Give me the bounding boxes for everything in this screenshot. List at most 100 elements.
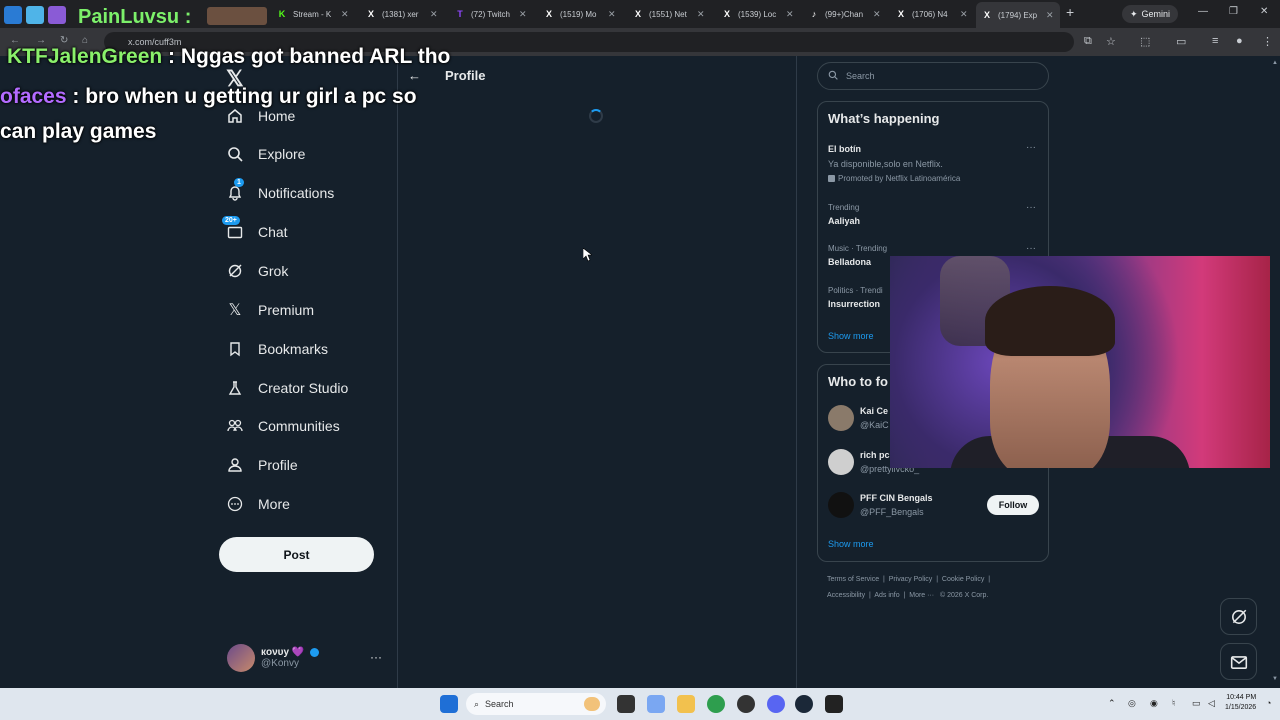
profile-avatar-icon[interactable]: ● [1236, 35, 1243, 47]
scrollbar[interactable]: ▲ ▼ [1270, 56, 1280, 688]
tab-2[interactable]: T (72) Twitch ✕ [455, 4, 527, 24]
close-icon[interactable]: ✕ [608, 9, 616, 20]
chat-badge: 20+ [222, 216, 240, 225]
account-more-icon[interactable]: ··· [370, 650, 382, 664]
footer-link[interactable]: Accessibility [827, 592, 865, 599]
promo-name[interactable]: El botín [828, 144, 861, 154]
tab-1[interactable]: X (1381) xer ✕ [366, 4, 438, 24]
grok-fab-button[interactable] [1220, 598, 1257, 635]
tray-app-icon[interactable]: ◎ [1128, 698, 1136, 709]
steam-icon[interactable] [795, 695, 813, 713]
footer-link[interactable]: More ··· [909, 592, 934, 599]
obs-icon[interactable] [737, 695, 755, 713]
more-options-icon[interactable]: ··· [1026, 202, 1036, 213]
chat-overlay-line-2: ofaces : bro when u getting ur girl a pc… [0, 85, 417, 109]
minimize-icon[interactable]: — [1198, 6, 1208, 17]
copilot-icon[interactable] [647, 695, 665, 713]
post-button[interactable]: Post [219, 537, 374, 572]
chat-message: can play games [0, 120, 157, 143]
close-icon[interactable]: ✕ [697, 9, 705, 20]
x-icon: X [367, 9, 374, 19]
nav-bookmarks[interactable]: Bookmarks [226, 336, 328, 362]
chrome-icon[interactable] [707, 695, 725, 713]
tray-app-icon[interactable]: ◉ [1150, 698, 1158, 709]
trend-name[interactable]: Insurrection [828, 299, 880, 309]
nav-grok[interactable]: Grok [226, 258, 288, 284]
extensions-icon[interactable]: ⬚ [1140, 35, 1150, 48]
footer-link[interactable]: Privacy Policy [889, 576, 933, 583]
show-more-link[interactable]: Show more [828, 331, 874, 341]
trend-name[interactable]: Aaliyah [828, 216, 860, 226]
taskbar-search[interactable]: ⌕ Search [466, 693, 606, 715]
close-icon[interactable]: ✕ [786, 9, 794, 20]
avatar[interactable] [828, 405, 854, 431]
microphone-icon[interactable]: ♮ [1172, 698, 1175, 709]
avatar [227, 644, 255, 672]
show-more-link[interactable]: Show more [828, 539, 874, 549]
avatar[interactable] [828, 449, 854, 475]
chat-separator: : [66, 85, 86, 108]
close-icon[interactable]: ✕ [341, 9, 349, 20]
more-options-icon[interactable]: ··· [1026, 243, 1036, 254]
nav-profile[interactable]: Profile [226, 452, 298, 478]
volume-icon[interactable]: ◁ [1208, 698, 1215, 709]
tab-6[interactable]: ♪ (99+)Chan ✕ [809, 4, 881, 24]
close-icon[interactable]: ✕ [430, 9, 438, 20]
more-options-icon[interactable]: ··· [1026, 142, 1036, 153]
tab-search-icon[interactable]: ≡ [1212, 35, 1218, 47]
search-icon: ⌕ [474, 698, 480, 709]
windows-start-icon[interactable] [440, 695, 458, 713]
menu-kebab-icon[interactable]: ⋮ [1262, 35, 1273, 48]
account-switcher[interactable]: кονυу 💜 @Konvy [227, 644, 320, 672]
tray-chevron-icon[interactable]: ⌃ [1108, 698, 1116, 709]
nav-creator-studio[interactable]: Creator Studio [226, 375, 348, 401]
nav-label: Bookmarks [258, 341, 329, 357]
tab-4[interactable]: X (1551) Net ✕ [633, 4, 705, 24]
nav-premium[interactable]: 𝕏 Premium [226, 297, 314, 323]
search-input[interactable]: Search [817, 62, 1049, 90]
window-close-icon[interactable]: ✕ [1260, 6, 1268, 17]
maximize-icon[interactable]: ❐ [1229, 6, 1238, 17]
footer-link[interactable]: Cookie Policy [942, 576, 984, 583]
gemini-button[interactable]: ✦ Gemini [1122, 5, 1179, 23]
nav-communities[interactable]: Communities [226, 413, 340, 439]
follow-suggestion-name[interactable]: rich pc [860, 450, 890, 460]
network-icon[interactable]: ▭ [1192, 698, 1201, 709]
follow-button[interactable]: Follow [987, 495, 1039, 515]
messages-fab-button[interactable] [1220, 643, 1257, 680]
back-arrow-icon[interactable]: ← [408, 68, 421, 83]
nav-explore[interactable]: Explore [226, 141, 305, 167]
footer-link[interactable]: Ads info [874, 592, 899, 599]
new-tab-button[interactable]: + [1066, 4, 1074, 20]
tab-0[interactable]: K Stream - K ✕ [277, 4, 349, 24]
nav-notifications[interactable]: 1 Notifications [226, 178, 334, 206]
follow-suggestion-name[interactable]: Kai Ce [860, 406, 888, 416]
trend-name[interactable]: Belladona [828, 257, 871, 267]
tab-8-active[interactable]: X (1794) Exp ✕ [976, 2, 1060, 28]
tab-5[interactable]: X (1539) Loc ✕ [722, 4, 794, 24]
close-icon[interactable]: ✕ [1046, 10, 1054, 21]
close-icon[interactable]: ✕ [873, 9, 881, 20]
app-icon[interactable] [825, 695, 843, 713]
discord-icon[interactable] [767, 695, 785, 713]
person-icon [226, 456, 244, 474]
close-icon[interactable]: ✕ [960, 9, 968, 20]
nav-more[interactable]: More [226, 491, 290, 517]
scroll-down-icon[interactable]: ▼ [1272, 676, 1278, 682]
taskbar-clock[interactable]: 10:44 PM 1/15/2026 [1225, 693, 1256, 713]
notification-bell-icon[interactable]: ◔ [1266, 698, 1271, 708]
bookmark-star-icon[interactable]: ☆ [1106, 35, 1116, 48]
nav-chat[interactable]: 20+ Chat [222, 216, 288, 245]
follow-suggestion-name[interactable]: PFF CIN Bengals [860, 493, 933, 503]
file-explorer-icon[interactable] [677, 695, 695, 713]
tab-7[interactable]: X (1706) N4 ✕ [896, 4, 968, 24]
sidebar-icon[interactable]: ▭ [1176, 35, 1186, 48]
avatar[interactable] [828, 492, 854, 518]
grok-icon [1231, 609, 1246, 624]
footer-link[interactable]: Terms of Service [827, 576, 879, 583]
scroll-up-icon[interactable]: ▲ [1272, 60, 1278, 66]
install-app-icon[interactable]: ⧉ [1084, 35, 1092, 48]
tab-3[interactable]: X (1519) Mo ✕ [544, 4, 616, 24]
close-icon[interactable]: ✕ [519, 9, 527, 20]
task-view-icon[interactable] [617, 695, 635, 713]
